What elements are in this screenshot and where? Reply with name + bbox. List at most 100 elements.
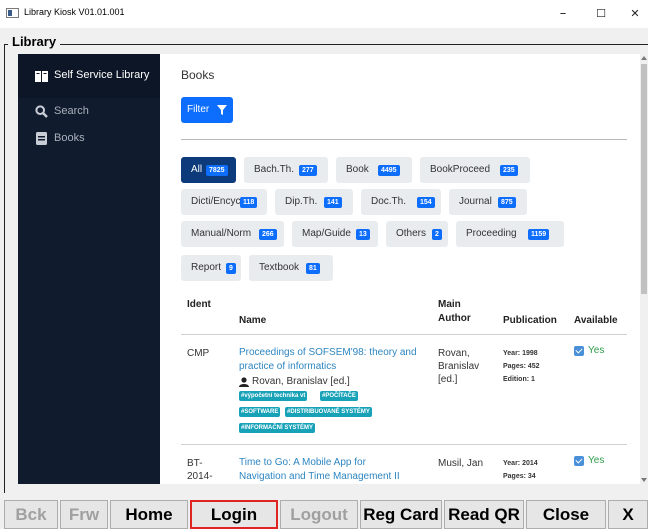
chip-label: Map/Guide: [302, 228, 351, 239]
app-icon: [6, 8, 19, 18]
chip-count-badge: 266: [259, 229, 277, 240]
book-icon: [36, 132, 47, 145]
window-title: Library Kiosk V01.01.001: [24, 7, 125, 17]
minimize-button[interactable]: –: [548, 2, 578, 26]
keyword-tag[interactable]: #výpočetní technika vt: [239, 391, 308, 401]
window-titlebar: Library Kiosk V01.01.001 – ☐ ✕: [0, 0, 648, 28]
category-chip-manualnorm[interactable]: Manual/Norm 266: [181, 221, 284, 247]
table-header-divider: [181, 334, 627, 335]
chip-count-badge: 9: [226, 263, 236, 274]
chip-label: Proceeding: [466, 228, 517, 239]
chip-count-badge: 118: [240, 197, 258, 208]
reg-card-button[interactable]: Reg Card: [360, 500, 442, 529]
kiosk-toolbar: Bck Frw Home Login Logout Reg Card Read …: [0, 496, 648, 529]
chip-label: Doc.Th.: [371, 196, 407, 207]
chip-count-badge: 235: [500, 165, 518, 176]
category-chip-textbook[interactable]: Textbook 81: [249, 255, 333, 281]
category-chip-dipth[interactable]: Dip.Th. 141: [275, 189, 353, 215]
user-icon: [239, 377, 249, 387]
column-header-ident: Ident: [187, 299, 211, 310]
row-divider: [181, 444, 627, 445]
category-chip-others[interactable]: Others 2: [386, 221, 448, 247]
column-header-available: Available: [574, 315, 618, 326]
chip-count-badge: 4495: [378, 165, 400, 176]
chip-label: Others: [396, 228, 427, 239]
chip-count-badge: 81: [306, 263, 320, 274]
close-window-button[interactable]: ✕: [622, 2, 648, 26]
availability-label: Yes: [588, 345, 605, 356]
filter-label: Filter: [187, 104, 210, 115]
book-title-link-line2[interactable]: Navigation and Time Management II: [239, 470, 400, 484]
chip-label: Journal: [459, 196, 492, 207]
column-header-main-line1: Main: [438, 299, 461, 310]
vertical-scrollbar[interactable]: [640, 54, 648, 484]
category-chip-bachth[interactable]: Bach.Th. 277: [244, 157, 328, 183]
maximize-button[interactable]: ☐: [586, 2, 616, 26]
sidebar-item-label: Search: [54, 105, 89, 117]
book-open-icon: [35, 71, 48, 82]
sidebar-brand[interactable]: Self Service Library: [18, 54, 160, 98]
forward-button[interactable]: Frw: [60, 500, 108, 529]
category-chip-all[interactable]: All 7825: [181, 157, 236, 183]
filter-button[interactable]: Filter: [181, 97, 233, 123]
chip-label: Textbook: [259, 262, 300, 273]
column-header-publication: Publication: [503, 315, 557, 326]
sidebar-item-label: Books: [54, 132, 85, 144]
row-ident-line1: BT-: [187, 458, 203, 469]
row-editor: Rovan, Branislav [ed.]: [252, 376, 350, 387]
chip-label: Report: [191, 262, 222, 273]
chip-count-badge: 7825: [206, 165, 228, 176]
chip-count-badge: 154: [417, 197, 435, 208]
category-chip-mapguide[interactable]: Map/Guide 13: [292, 221, 378, 247]
row-author-line2: Branislav: [438, 361, 480, 372]
login-button[interactable]: Login: [190, 500, 278, 529]
main-content: Books Filter All 7825 Bach.Th. 277 Book …: [160, 54, 640, 484]
divider: [181, 139, 627, 140]
column-header-name: Name: [239, 315, 267, 326]
exit-button[interactable]: X: [608, 500, 648, 529]
chip-label: Manual/Norm: [191, 228, 252, 239]
back-button[interactable]: Bck: [4, 500, 58, 529]
close-button[interactable]: Close: [526, 500, 606, 529]
row-ident: CMP: [187, 348, 210, 359]
page-title: Books: [181, 68, 215, 82]
row-edition: Edition: 1: [503, 376, 535, 383]
web-app-view: Self Service Library Search Books Books …: [18, 54, 648, 484]
book-title-link-line1[interactable]: Proceedings of SOFSEM'98: theory and: [239, 346, 417, 360]
keyword-tag[interactable]: #INFORMAČNÍ SYSTÉMY: [239, 423, 316, 433]
row-year: Year: 2014: [503, 460, 538, 467]
column-header-author-line2: Author: [438, 313, 471, 324]
chip-label: All: [191, 164, 203, 175]
chip-count-badge: 13: [356, 229, 370, 240]
read-qr-button[interactable]: Read QR: [444, 500, 524, 529]
chip-label: Bach.Th.: [254, 164, 295, 175]
book-title-link-line1[interactable]: Time to Go: A Mobile App for: [239, 456, 366, 470]
category-chip-dictiencyc[interactable]: Dicti/Encyc 118: [181, 189, 267, 215]
keyword-tag[interactable]: #SOFTWARE: [239, 407, 281, 417]
row-ident-line2: 2014-: [187, 471, 213, 482]
home-button[interactable]: Home: [110, 500, 188, 529]
row-pages: Pages: 34: [503, 473, 536, 480]
book-title-link-line2[interactable]: practice of informatics: [239, 360, 336, 374]
chip-count-badge: 277: [299, 165, 317, 176]
chip-label: BookProceed: [430, 164, 491, 175]
keyword-tag[interactable]: #DISTRIBUOVANÉ SYSTÉMY: [285, 407, 372, 417]
category-chip-book[interactable]: Book 4495: [336, 157, 412, 183]
keyword-tag[interactable]: #POČÍTAČE: [320, 391, 358, 401]
chip-label: Dip.Th.: [285, 196, 318, 207]
filter-icon: [217, 105, 227, 115]
row-author-line1: Rovan,: [438, 348, 470, 359]
chip-label: Book: [346, 164, 369, 175]
row-year: Year: 1998: [503, 350, 538, 357]
scroll-up-arrow-icon[interactable]: [641, 56, 647, 60]
scrollbar-thumb[interactable]: [641, 64, 647, 294]
category-chip-bookproceed[interactable]: BookProceed 235: [420, 157, 530, 183]
category-chip-journal[interactable]: Journal 875: [449, 189, 527, 215]
logout-button[interactable]: Logout: [280, 500, 358, 529]
category-chip-proceeding[interactable]: Proceeding 1159: [456, 221, 564, 247]
category-chip-docth[interactable]: Doc.Th. 154: [361, 189, 441, 215]
row-author-line3: [ed.]: [438, 374, 458, 385]
check-icon: [574, 456, 584, 466]
category-chip-report[interactable]: Report 9: [181, 255, 241, 281]
scroll-down-arrow-icon[interactable]: [641, 478, 647, 482]
